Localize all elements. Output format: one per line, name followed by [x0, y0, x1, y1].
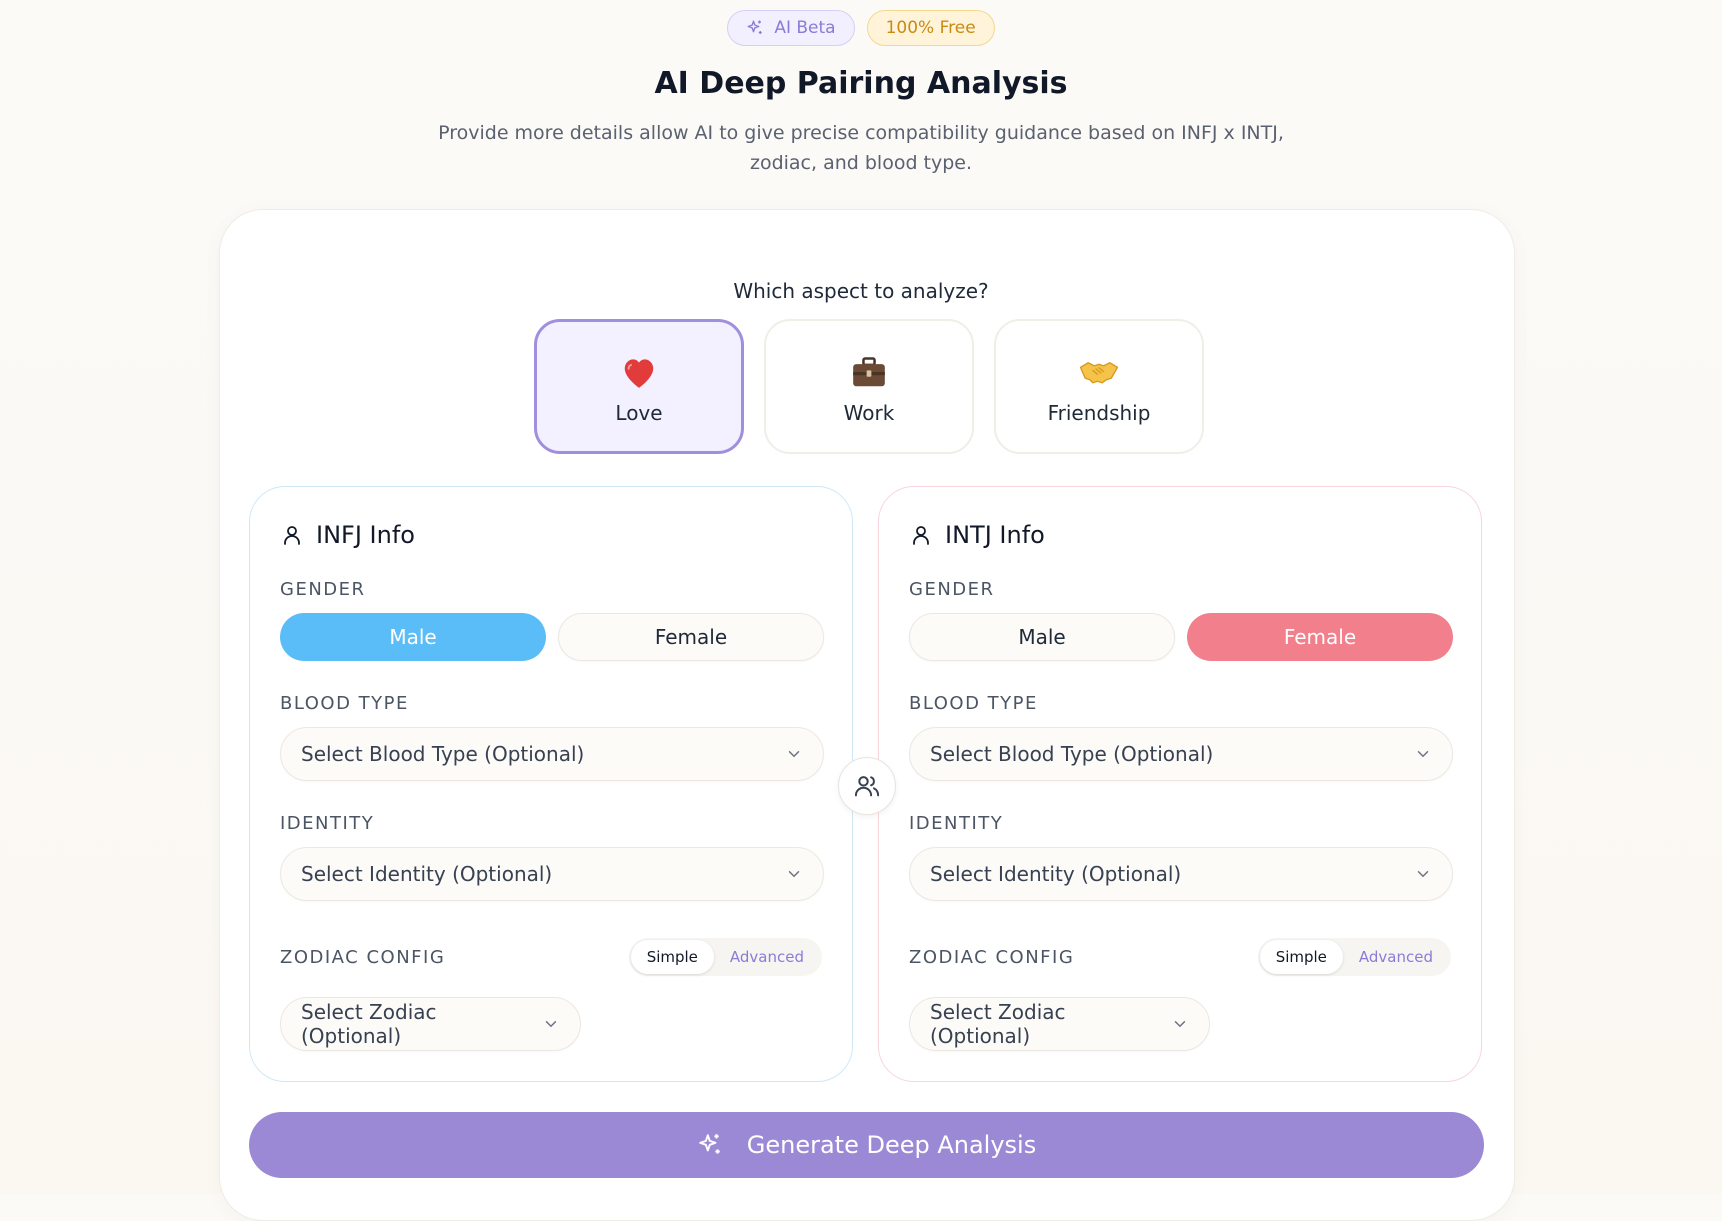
- infj-male-button[interactable]: Male: [280, 613, 546, 661]
- pairing-users-icon: [838, 757, 896, 815]
- aspect-love-label: Love: [615, 400, 663, 425]
- user-icon: [913, 526, 929, 545]
- aspect-work-option[interactable]: Work: [764, 319, 974, 454]
- infj-zodiac-select[interactable]: Select Zodiac (Optional): [280, 997, 581, 1051]
- intj-blood-type-label: BLOOD TYPE: [909, 693, 1038, 714]
- intj-zodiac-placeholder: Select Zodiac (Optional): [930, 1000, 1066, 1048]
- intj-female-button[interactable]: Female: [1187, 613, 1453, 661]
- page-subtitle: Provide more details allow AI to give pr…: [438, 122, 1284, 174]
- free-badge: 100% Free: [866, 10, 995, 46]
- intj-panel-title: INTJ Info: [945, 521, 1045, 549]
- aspect-friendship-label: Friendship: [1047, 400, 1151, 425]
- ai-beta-label: AI Beta: [774, 18, 836, 38]
- infj-zodiac-placeholder: Select Zodiac (Optional): [301, 1000, 437, 1048]
- chevron-down-icon: [1174, 1021, 1186, 1028]
- chevron-down-icon: [788, 751, 800, 758]
- intj-zodiac-mode-toggle: Simple Advanced: [1257, 938, 1451, 976]
- intj-identity-label: IDENTITY: [909, 813, 1004, 834]
- intj-zodiac-advanced-option[interactable]: Advanced: [1343, 940, 1449, 974]
- intj-identity-select[interactable]: Select Identity (Optional): [909, 847, 1453, 901]
- infj-identity-select[interactable]: Select Identity (Optional): [280, 847, 824, 901]
- infj-identity-label: IDENTITY: [280, 813, 375, 834]
- chevron-down-icon: [788, 871, 800, 878]
- user-icon: [284, 526, 300, 545]
- intj-identity-placeholder: Select Identity (Optional): [930, 862, 1182, 886]
- generate-analysis-label: Generate Deep Analysis: [746, 1131, 1037, 1159]
- page-title: AI Deep Pairing Analysis: [654, 66, 1068, 101]
- chevron-down-icon: [1417, 871, 1429, 878]
- intj-zodiac-simple-option[interactable]: Simple: [1259, 940, 1343, 974]
- infj-blood-type-label: BLOOD TYPE: [280, 693, 409, 714]
- intj-blood-type-placeholder: Select Blood Type (Optional): [930, 742, 1214, 766]
- aspect-work-label: Work: [843, 400, 895, 425]
- intj-zodiac-select[interactable]: Select Zodiac (Optional): [909, 997, 1210, 1051]
- heart-icon: [620, 349, 658, 395]
- sparkles-icon: [699, 1134, 720, 1154]
- infj-gender-label: GENDER: [280, 579, 366, 600]
- infj-panel-title: INFJ Info: [316, 521, 415, 549]
- badge-row: AI Beta 100% Free: [0, 10, 1722, 46]
- aspect-friendship-option[interactable]: Friendship: [994, 319, 1204, 454]
- intj-info-panel: INTJ Info GENDER Male Female BLOOD TYPE …: [878, 486, 1482, 1082]
- aspect-love-option[interactable]: Love: [534, 319, 744, 454]
- infj-zodiac-advanced-option[interactable]: Advanced: [714, 940, 820, 974]
- infj-zodiac-config-label: ZODIAC CONFIG: [280, 947, 446, 968]
- briefcase-icon: [850, 349, 888, 395]
- infj-blood-type-select[interactable]: Select Blood Type (Optional): [280, 727, 824, 781]
- handshake-icon: [1079, 349, 1119, 395]
- infj-zodiac-simple-option[interactable]: Simple: [630, 940, 714, 974]
- intj-gender-label: GENDER: [909, 579, 995, 600]
- intj-zodiac-config-label: ZODIAC CONFIG: [909, 947, 1075, 968]
- users-icon: [854, 776, 880, 797]
- infj-female-button[interactable]: Female: [558, 613, 824, 661]
- chevron-down-icon: [545, 1021, 557, 1028]
- intj-blood-type-select[interactable]: Select Blood Type (Optional): [909, 727, 1453, 781]
- sparkles-icon: [747, 20, 763, 34]
- infj-info-panel: INFJ Info GENDER Male Female BLOOD TYPE …: [249, 486, 853, 1082]
- ai-beta-badge: AI Beta: [727, 10, 855, 46]
- chevron-down-icon: [1417, 751, 1429, 758]
- generate-analysis-button[interactable]: Generate Deep Analysis: [249, 1112, 1484, 1178]
- infj-panel-header: INFJ Info: [280, 521, 415, 549]
- intj-male-button[interactable]: Male: [909, 613, 1175, 661]
- intj-panel-header: INTJ Info: [909, 521, 1045, 549]
- infj-blood-type-placeholder: Select Blood Type (Optional): [301, 742, 585, 766]
- infj-zodiac-mode-toggle: Simple Advanced: [628, 938, 822, 976]
- aspect-question: Which aspect to analyze?: [733, 279, 989, 303]
- infj-identity-placeholder: Select Identity (Optional): [301, 862, 553, 886]
